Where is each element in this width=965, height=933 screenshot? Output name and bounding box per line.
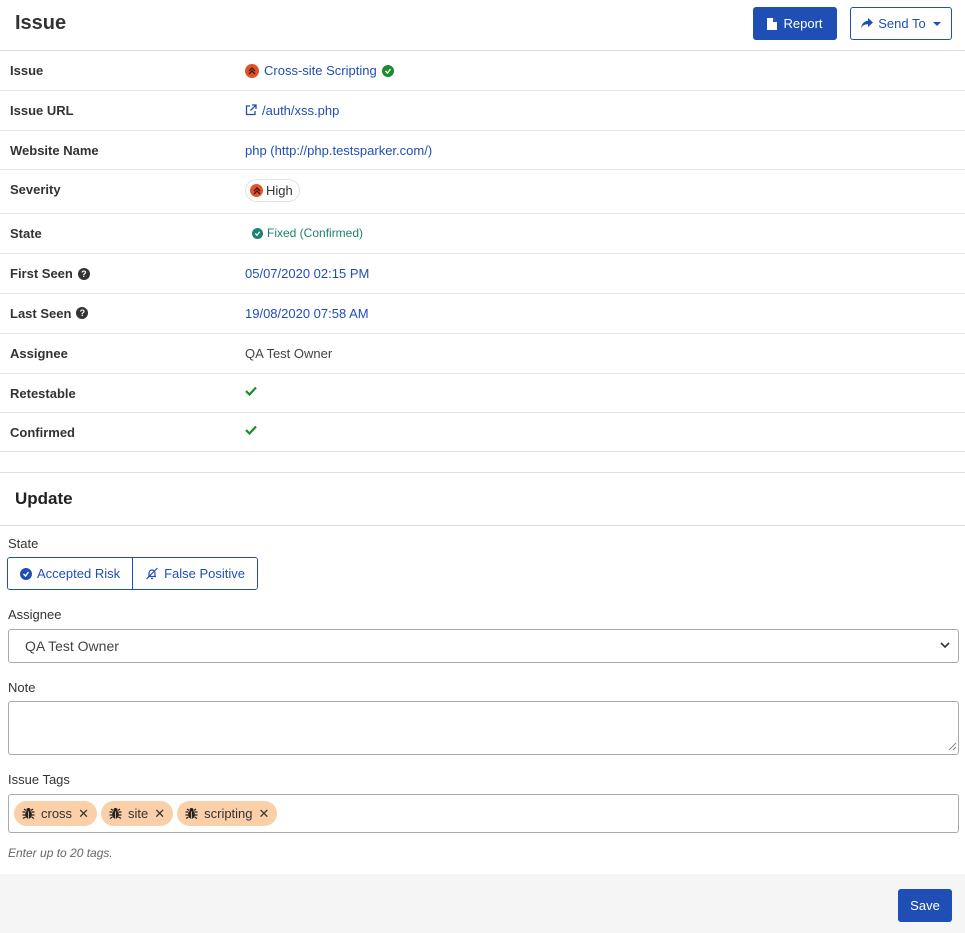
tag-chip: site ✕ <box>100 801 174 826</box>
tag-chip: scripting ✕ <box>177 801 278 826</box>
tag-chip: cross ✕ <box>14 801 97 826</box>
issue-url-link[interactable]: /auth/xss.php <box>262 103 339 118</box>
bug-icon <box>22 808 35 820</box>
verified-check-icon <box>381 64 394 77</box>
detail-row-website-name: Website Name php (http://php.testsparker… <box>0 131 965 171</box>
website-link[interactable]: php (http://php.testsparker.com/) <box>245 143 432 158</box>
send-to-button[interactable]: Send To <box>850 7 952 40</box>
remove-tag-icon[interactable]: ✕ <box>259 806 270 822</box>
detail-label: Website Name <box>10 142 99 158</box>
assignee-select[interactable]: QA Test Owner <box>8 629 959 663</box>
detail-row-severity: Severity High <box>0 170 965 215</box>
detail-label: Last Seen <box>10 305 72 321</box>
report-button[interactable]: Report <box>753 7 837 40</box>
assignee-selected-value: QA Test Owner <box>25 638 119 654</box>
tag-label: site <box>127 806 149 821</box>
detail-row-state: State Fixed (Confirmed) <box>0 214 965 255</box>
detail-row-issue-url: Issue URL /auth/xss.php <box>0 91 965 131</box>
first-seen-link[interactable]: 05/07/2020 02:15 PM <box>245 266 369 281</box>
note-textarea[interactable] <box>8 701 959 755</box>
form-footer: Save <box>0 874 965 933</box>
detail-label: Retestable <box>10 385 76 401</box>
severity-value: High <box>266 183 293 199</box>
caret-down-icon <box>932 21 941 26</box>
assignee-value: QA Test Owner <box>245 345 333 361</box>
state-field-label: State <box>8 536 39 551</box>
accepted-risk-label: Accepted Risk <box>37 566 121 581</box>
detail-row-last-seen: Last Seen ? 19/08/2020 07:58 AM <box>0 294 965 334</box>
resize-handle-icon[interactable] <box>948 742 957 751</box>
page-header: Issue Report Send To <box>0 0 965 51</box>
check-circle-icon <box>20 567 32 580</box>
issue-details-table: Issue Cross-site Scripting Issue URL /au… <box>0 51 965 454</box>
help-icon[interactable]: ? <box>77 267 90 280</box>
save-button[interactable]: Save <box>898 889 952 922</box>
severity-high-icon <box>250 184 263 198</box>
remove-tag-icon[interactable]: ✕ <box>154 806 165 822</box>
last-seen-link[interactable]: 19/08/2020 07:58 AM <box>245 306 369 321</box>
state-value: Fixed (Confirmed) <box>267 226 364 241</box>
false-positive-label: False Positive <box>164 566 246 581</box>
update-section-title: Update <box>15 489 73 508</box>
bug-icon <box>109 808 122 820</box>
assignee-field-label: Assignee <box>8 607 62 622</box>
detail-row-retestable: Retestable <box>0 374 965 414</box>
file-icon <box>767 17 778 30</box>
tag-label: scripting <box>204 806 253 821</box>
send-to-label: Send To <box>878 16 926 31</box>
divider <box>0 525 965 526</box>
note-field-label: Note <box>8 680 36 695</box>
detail-label: Issue URL <box>10 102 74 118</box>
tags-hint: Enter up to 20 tags. <box>8 846 113 860</box>
false-positive-button[interactable]: False Positive <box>132 558 258 589</box>
bug-icon <box>185 808 198 820</box>
tags-input[interactable]: cross ✕ site ✕ scripting ✕ <box>8 794 959 833</box>
accepted-risk-button[interactable]: Accepted Risk <box>8 558 133 589</box>
severity-high-icon <box>245 63 259 78</box>
detail-label: Confirmed <box>10 425 75 441</box>
detail-label: State <box>10 226 42 242</box>
check-circle-icon <box>252 227 263 239</box>
tag-label: cross <box>41 806 73 821</box>
tags-field-label: Issue Tags <box>8 772 70 787</box>
severity-badge: High <box>245 179 300 203</box>
page-title: Issue <box>15 12 67 34</box>
chevron-down-icon <box>940 642 950 649</box>
detail-row-issue: Issue Cross-site Scripting <box>0 51 965 91</box>
external-link-icon <box>245 104 257 116</box>
detail-row-first-seen: First Seen ? 05/07/2020 02:15 PM <box>0 254 965 294</box>
report-button-label: Report <box>783 16 823 31</box>
help-icon[interactable]: ? <box>76 307 89 320</box>
detail-label: First Seen <box>10 266 73 282</box>
check-icon <box>245 426 257 436</box>
check-icon <box>245 386 257 396</box>
remove-tag-icon[interactable]: ✕ <box>78 806 89 822</box>
bell-slash-icon <box>146 567 159 580</box>
issue-link[interactable]: Cross-site Scripting <box>264 63 377 78</box>
detail-label: Assignee <box>10 345 68 361</box>
detail-label: Issue <box>10 63 44 78</box>
state-badge: Fixed (Confirmed) <box>252 226 363 240</box>
detail-label: Severity <box>10 182 61 198</box>
share-icon <box>861 18 874 29</box>
detail-row-confirmed: Confirmed <box>0 413 965 454</box>
section-divider <box>0 451 965 473</box>
detail-row-assignee: Assignee QA Test Owner <box>0 334 965 374</box>
state-button-group: Accepted Risk False Positive <box>7 557 259 590</box>
